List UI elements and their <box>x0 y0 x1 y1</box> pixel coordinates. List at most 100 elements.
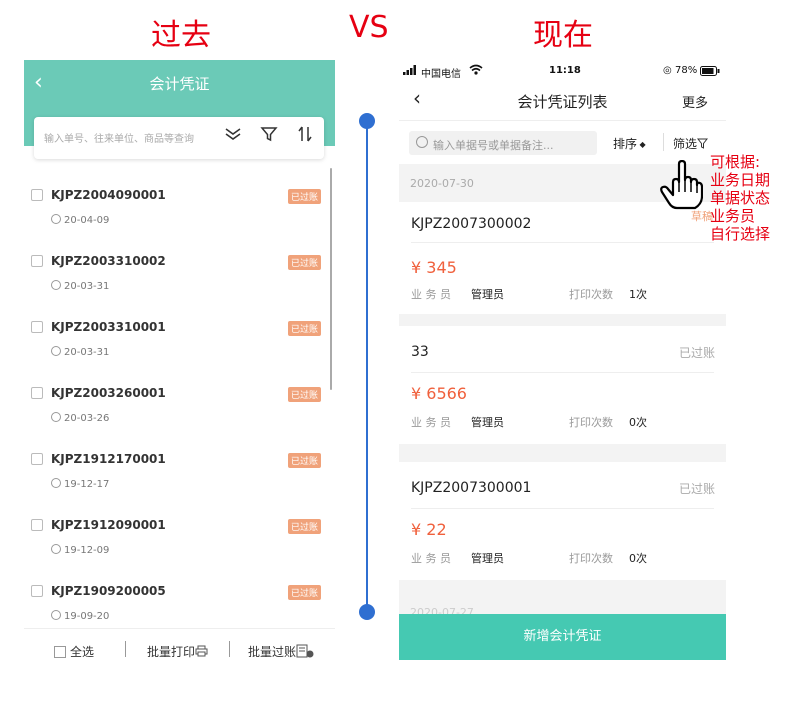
voucher-code: KJPZ2007300001 <box>411 480 532 496</box>
row-date: 20-04-09 <box>51 214 109 226</box>
annotation-note: 可根据: 业务日期 单据状态 业务员 自行选择 <box>710 153 770 243</box>
list-item[interactable]: KJPZ2003310001 已过账 20-03-31 <box>24 300 335 366</box>
list-item[interactable]: KJPZ1912170001 已过账 19-12-17 <box>24 432 335 498</box>
row-checkbox[interactable] <box>31 255 43 267</box>
sort-updown-icon: ◆ <box>637 140 646 149</box>
row-date-text: 20-03-31 <box>64 347 110 358</box>
clock-icon <box>51 346 61 356</box>
old-bottom-bar: 全选 批量打印 批量过账 <box>24 628 335 670</box>
filter-funnel-icon[interactable] <box>260 125 278 148</box>
row-date: 19-09-20 <box>51 610 109 622</box>
row-code: KJPZ2003310002 <box>51 254 166 268</box>
expand-chevrons-icon[interactable] <box>224 125 242 148</box>
old-search-bar[interactable]: 输入单号、往来单位、商品等查询 <box>34 117 324 159</box>
status-badge: 已过账 <box>679 482 716 496</box>
batch-post-button[interactable]: 批量过账 <box>248 643 316 660</box>
clock-icon <box>51 412 61 422</box>
row-date: 20-03-31 <box>51 346 109 358</box>
post-document-icon <box>296 644 316 659</box>
voucher-code: KJPZ2007300002 <box>411 216 532 232</box>
voucher-card[interactable]: 33 已过账 ¥ 6566 业 务 员 管理员 打印次数 0次 <box>399 326 726 444</box>
row-checkbox[interactable] <box>31 453 43 465</box>
select-all-label: 全选 <box>70 645 95 659</box>
print-count-label: 打印次数 <box>569 416 613 429</box>
row-code: KJPZ1912090001 <box>51 518 166 532</box>
batch-print-button[interactable]: 批量打印 <box>147 643 208 660</box>
status-badge: 已过账 <box>288 387 322 402</box>
clock-icon <box>51 544 61 554</box>
row-checkbox[interactable] <box>31 387 43 399</box>
old-search-input[interactable]: 输入单号、往来单位、商品等查询 <box>44 130 194 145</box>
timeline-line <box>366 121 368 613</box>
voucher-card[interactable]: KJPZ2007300002 草稿 ¥ 345 业 务 员 管理员 打印次数 1… <box>399 202 726 314</box>
row-code: KJPZ1909200005 <box>51 584 166 598</box>
list-item[interactable]: KJPZ2004090001 已过账 20-04-09 <box>24 168 335 234</box>
voucher-card[interactable]: KJPZ2007300001 已过账 ¥ 22 业 务 员 管理员 打印次数 0… <box>399 462 726 580</box>
row-date-text: 19-12-17 <box>64 479 110 490</box>
row-date: 19-12-17 <box>51 478 109 490</box>
new-app-screen: 中国电信 11:18 ◎ 78% ‹ 会计凭证列表 更多 输入单据号或单据备注.… <box>399 60 726 660</box>
row-date-text: 19-12-09 <box>64 545 110 556</box>
divider <box>411 242 714 243</box>
search-input[interactable]: 输入单据号或单据备注... <box>409 131 597 155</box>
now-heading: 现在 <box>533 18 593 53</box>
annotation-line: 业务员 <box>710 207 756 225</box>
status-badge: 已过账 <box>288 255 322 270</box>
row-date: 20-03-31 <box>51 280 109 292</box>
sort-arrows-icon[interactable] <box>296 125 314 148</box>
add-voucher-button[interactable]: 新增会计凭证 <box>399 614 726 660</box>
battery-percent: 78% <box>675 65 698 76</box>
scrollbar[interactable] <box>330 168 332 390</box>
list-item[interactable]: KJPZ2003260001 已过账 20-03-26 <box>24 366 335 432</box>
sort-button[interactable]: 排序 ◆ <box>613 135 646 152</box>
row-checkbox[interactable] <box>31 189 43 201</box>
row-checkbox[interactable] <box>31 585 43 597</box>
filter-button[interactable]: 筛选 <box>673 135 709 152</box>
filter-bar: 输入单据号或单据备注... 排序 ◆ 筛选 <box>399 120 726 164</box>
divider <box>663 133 664 151</box>
battery-icon <box>700 66 720 79</box>
annotation-line: 单据状态 <box>710 189 771 207</box>
row-checkbox[interactable] <box>31 519 43 531</box>
print-count-label: 打印次数 <box>569 288 613 301</box>
voucher-amount: ¥ 345 <box>411 258 457 277</box>
row-checkbox[interactable] <box>31 321 43 333</box>
divider <box>411 372 714 373</box>
print-count-value: 0次 <box>629 416 647 429</box>
carrier-label: 中国电信 <box>421 69 461 80</box>
print-count-value: 0次 <box>629 552 647 565</box>
search-icon <box>416 136 428 148</box>
row-code: KJPZ2004090001 <box>51 188 166 202</box>
list-item[interactable]: KJPZ1912090001 已过账 19-12-09 <box>24 498 335 564</box>
clock-time: 11:18 <box>549 65 581 76</box>
status-badge: 已过账 <box>288 321 322 336</box>
annotation-line: 可根据: <box>710 153 761 171</box>
timeline-dot-bottom <box>359 604 375 620</box>
divider <box>229 641 230 657</box>
pointing-hand-icon <box>659 159 704 214</box>
row-date-text: 19-09-20 <box>64 611 110 622</box>
row-date-text: 20-03-31 <box>64 281 110 292</box>
more-button[interactable]: 更多 <box>682 92 708 111</box>
row-date: 19-12-09 <box>51 544 109 556</box>
nav-bar: ‹ 会计凭证列表 更多 <box>399 84 726 118</box>
salesman-label: 业 务 员 <box>411 288 451 301</box>
group-date-header: 2020-07-30 <box>410 177 474 190</box>
list-item[interactable]: KJPZ1909200005 已过账 19-09-20 <box>24 564 335 630</box>
row-date-text: 20-04-09 <box>64 215 110 226</box>
list-item[interactable]: KJPZ2003310002 已过账 20-03-31 <box>24 234 335 300</box>
row-code: KJPZ1912170001 <box>51 452 166 466</box>
clock-icon <box>51 610 61 620</box>
divider <box>411 508 714 509</box>
printer-icon <box>195 645 208 659</box>
clock-icon <box>51 478 61 488</box>
row-date: 20-03-26 <box>51 412 109 424</box>
search-placeholder: 输入单据号或单据备注... <box>433 139 554 152</box>
select-all-checkbox[interactable]: 全选 <box>54 643 94 660</box>
clock-icon <box>51 280 61 290</box>
batch-post-label: 批量过账 <box>248 645 297 659</box>
status-badge: 已过账 <box>679 346 716 360</box>
salesman-value: 管理员 <box>471 288 504 301</box>
old-app-screen: ‹ 会计凭证 输入单号、往来单位、商品等查询 KJPZ2004090001 已过… <box>24 60 335 670</box>
voucher-amount: ¥ 6566 <box>411 384 467 403</box>
